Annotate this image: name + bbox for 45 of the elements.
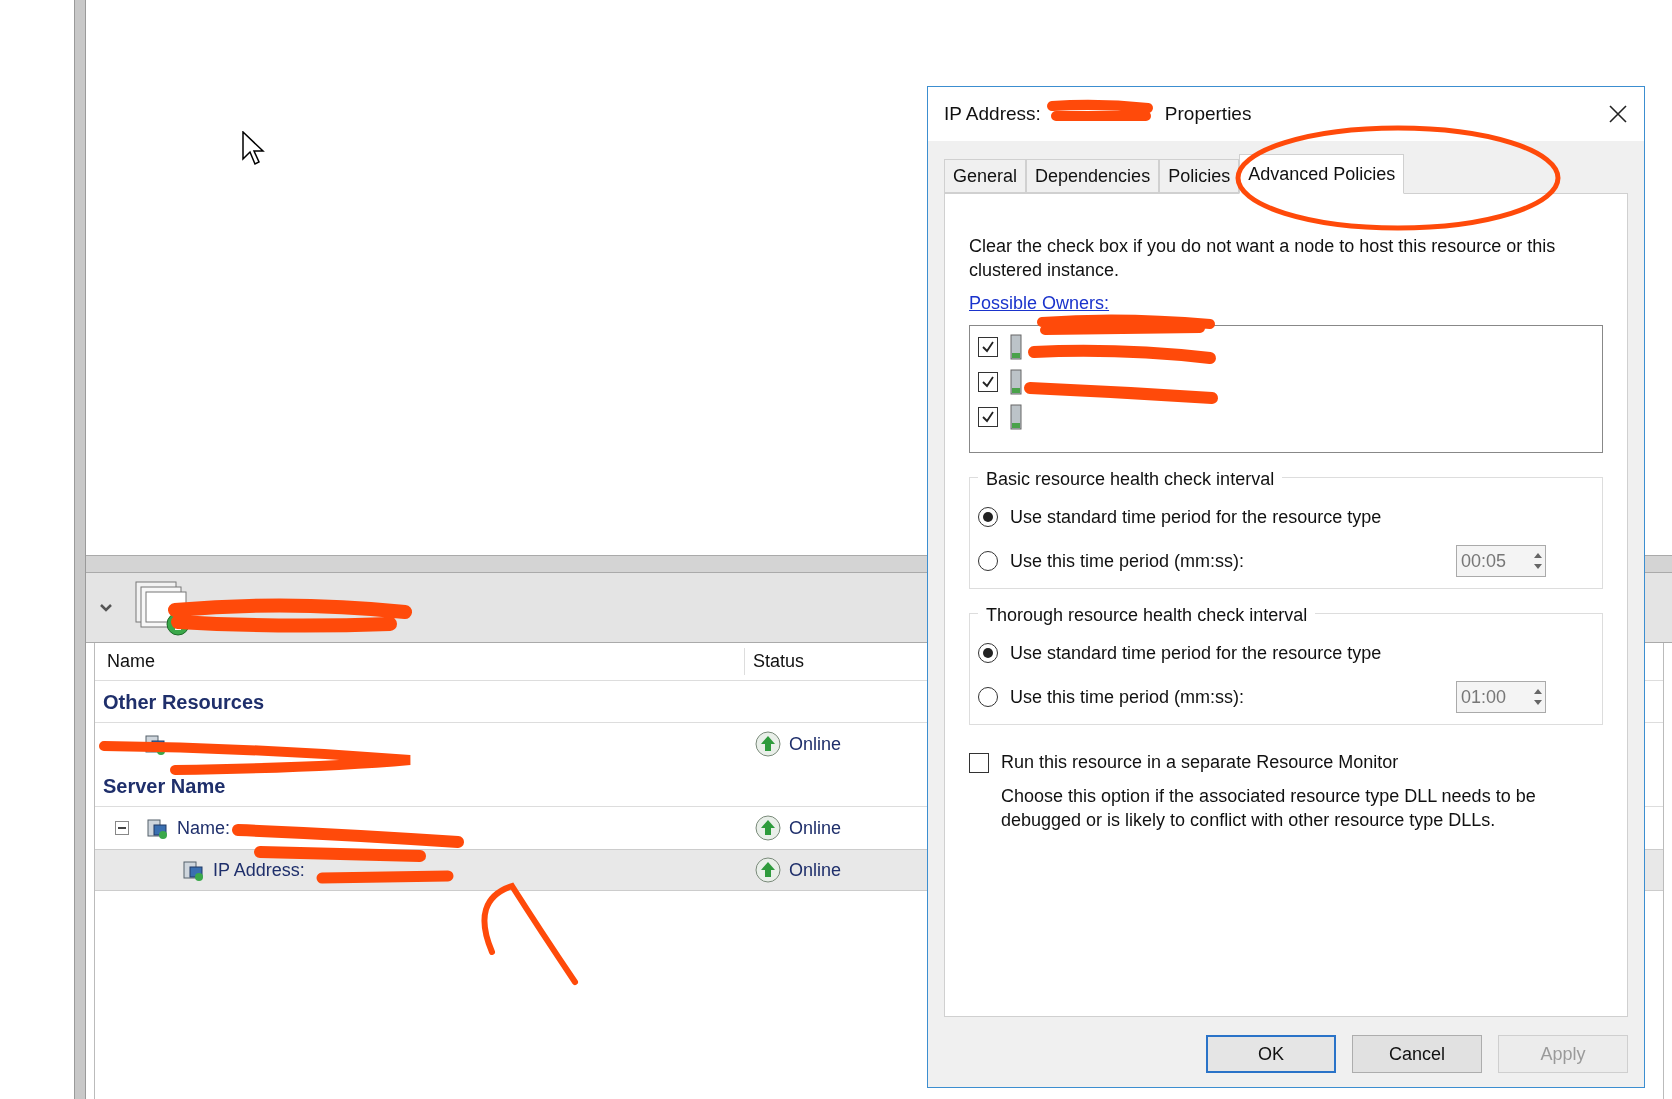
server-icon bbox=[143, 732, 167, 756]
radio-button[interactable] bbox=[978, 507, 998, 527]
option-label: Use standard time period for the resource type bbox=[1010, 641, 1383, 665]
radio-button[interactable] bbox=[978, 551, 998, 571]
option-label: Use this time period (mm:ss): bbox=[1010, 685, 1246, 709]
checkbox[interactable] bbox=[978, 372, 998, 392]
dialog-button[interactable]: Cancel bbox=[1352, 1035, 1482, 1073]
status-text: Online bbox=[789, 816, 842, 840]
online-status-icon bbox=[755, 815, 781, 841]
tab[interactable]: Policies bbox=[1159, 159, 1240, 193]
option-label: Use this time period (mm:ss): bbox=[1010, 549, 1246, 573]
online-status-icon bbox=[755, 731, 781, 757]
resource-name: IP Address: bbox=[213, 858, 305, 882]
server-icon bbox=[1010, 334, 1022, 360]
cursor-icon bbox=[242, 131, 266, 167]
online-status-icon bbox=[755, 857, 781, 883]
tab[interactable]: General bbox=[944, 159, 1027, 193]
time-spinner[interactable]: 01:00 bbox=[1456, 681, 1546, 713]
description-text: Clear the check box if you do not want a node to host this resource or this clustered instance. bbox=[969, 235, 1557, 282]
column-header[interactable]: Status bbox=[745, 648, 805, 675]
status-text: Online bbox=[789, 732, 842, 756]
tab[interactable]: Dependencies bbox=[1026, 159, 1160, 193]
close-icon[interactable] bbox=[1608, 104, 1628, 124]
possible-owners-link[interactable]: Possible Owners: bbox=[969, 290, 1110, 317]
window-title: IP Address: bbox=[944, 101, 1041, 126]
server-icon bbox=[1010, 404, 1022, 430]
status-text: Online bbox=[789, 858, 842, 882]
resource-name: Name: bbox=[177, 816, 230, 840]
server-icon bbox=[181, 858, 205, 882]
server-icon bbox=[145, 816, 169, 840]
checkbox[interactable] bbox=[978, 407, 998, 427]
radio-button[interactable] bbox=[978, 687, 998, 707]
tab[interactable]: Advanced Policies bbox=[1239, 154, 1405, 194]
group-heading: Other Resources bbox=[103, 689, 265, 715]
collapse-icon[interactable] bbox=[115, 821, 129, 835]
group-heading: Server Name bbox=[103, 773, 226, 799]
server-icon bbox=[1010, 369, 1022, 395]
column-header[interactable]: Name bbox=[95, 648, 745, 675]
radio-button[interactable] bbox=[978, 643, 998, 663]
dialog-button[interactable]: OK bbox=[1206, 1035, 1336, 1073]
option-label: Use standard time period for the resource type bbox=[1010, 505, 1383, 529]
checkbox[interactable] bbox=[978, 337, 998, 357]
time-spinner[interactable]: 00:05 bbox=[1456, 545, 1546, 577]
window-title: Properties bbox=[1164, 101, 1252, 126]
checkbox[interactable] bbox=[969, 752, 989, 773]
